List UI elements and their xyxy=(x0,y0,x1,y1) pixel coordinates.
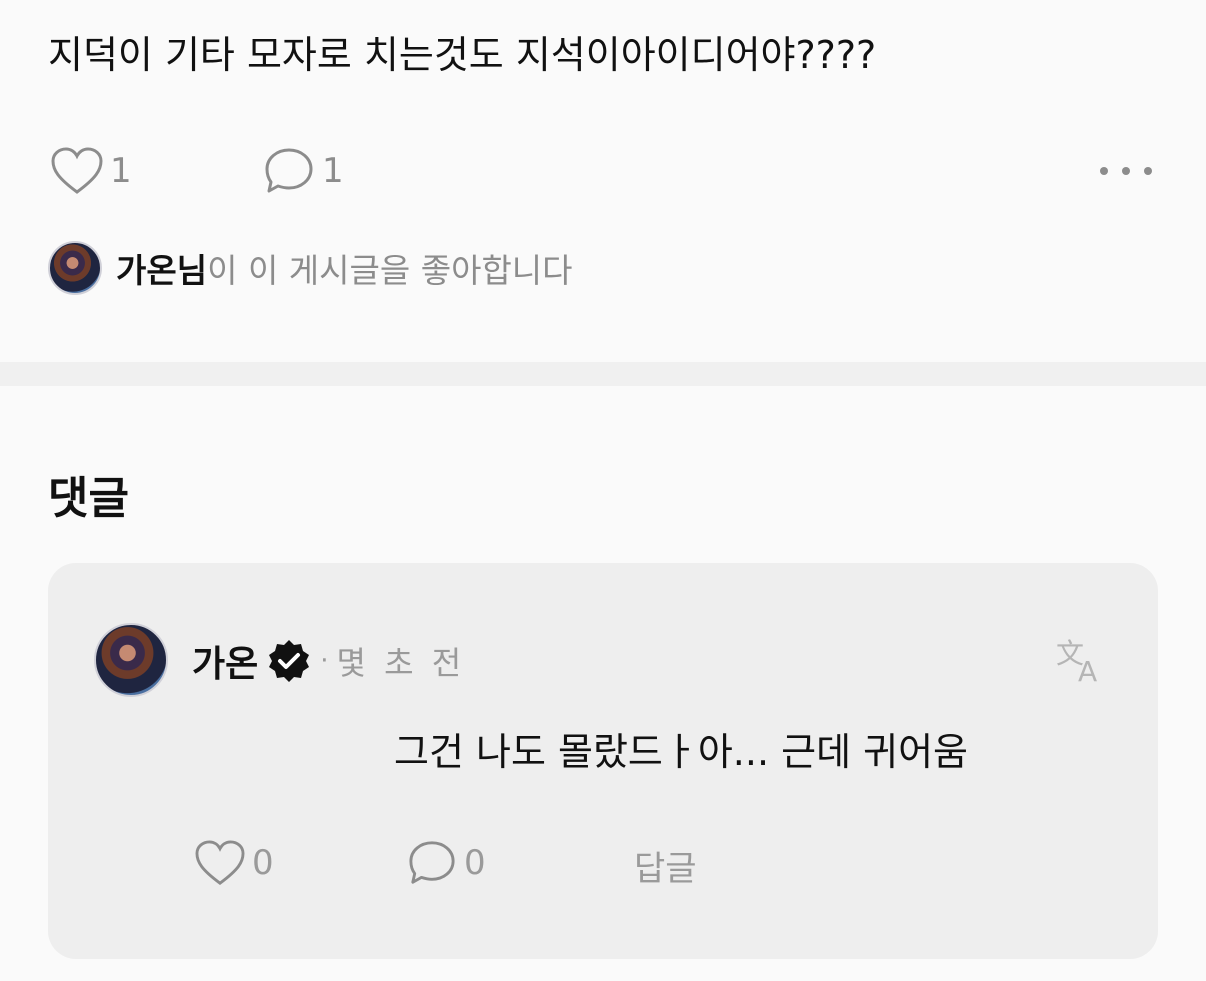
more-options-button[interactable] xyxy=(1100,160,1152,182)
liked-by-text: 이 이 게시글을 좋아합니다 xyxy=(207,251,573,290)
comment-header: 가온 · 몇 초 전 xyxy=(192,635,465,687)
more-horizontal-icon xyxy=(1100,167,1108,175)
comment-bubble-icon xyxy=(409,841,455,884)
comment-reply-count: 0 xyxy=(464,843,486,883)
translate-icon: 文 A xyxy=(1056,637,1097,688)
translate-button[interactable]: 文 A xyxy=(1054,633,1106,689)
comments-heading: 댓글 xyxy=(48,473,129,524)
liked-by-row[interactable]: 가온님이 이 게시글을 좋아합니다 xyxy=(48,240,573,296)
post-comment-button[interactable]: 1 xyxy=(262,146,344,196)
verified-badge-icon xyxy=(269,640,310,682)
comment-avatar[interactable] xyxy=(94,623,168,697)
comment-separator: · xyxy=(320,646,329,676)
avatar xyxy=(48,241,102,295)
liked-by-name: 가온님 xyxy=(116,251,208,290)
post-comment-count: 1 xyxy=(322,151,344,191)
heart-icon xyxy=(195,840,245,885)
comment-reply-count-button[interactable]: 0 xyxy=(406,839,486,887)
post-like-button[interactable]: 1 xyxy=(50,146,132,196)
section-divider xyxy=(0,362,1206,386)
comment-bubble-icon xyxy=(265,148,313,193)
more-dot xyxy=(1144,167,1152,175)
comment-card: 가온 · 몇 초 전 文 A 그건 나도 몰랐드ㅏ아... 근데 귀어움 0 0… xyxy=(48,563,1158,959)
comment-like-button[interactable]: 0 xyxy=(194,839,274,887)
svg-text:A: A xyxy=(1078,655,1097,685)
post-text: 지덕이 기타 모자로 치는것도 지석이아이디어야???? xyxy=(48,33,877,77)
comment-like-count: 0 xyxy=(252,843,274,883)
heart-icon xyxy=(51,147,103,194)
reply-button[interactable]: 답글 xyxy=(634,841,697,890)
post-like-count: 1 xyxy=(110,151,132,191)
comment-text: 그건 나도 몰랐드ㅏ아... 근데 귀어움 xyxy=(394,730,968,774)
comment-author[interactable]: 가온 xyxy=(192,635,258,687)
comment-time: 몇 초 전 xyxy=(336,644,466,682)
more-dot xyxy=(1122,167,1130,175)
